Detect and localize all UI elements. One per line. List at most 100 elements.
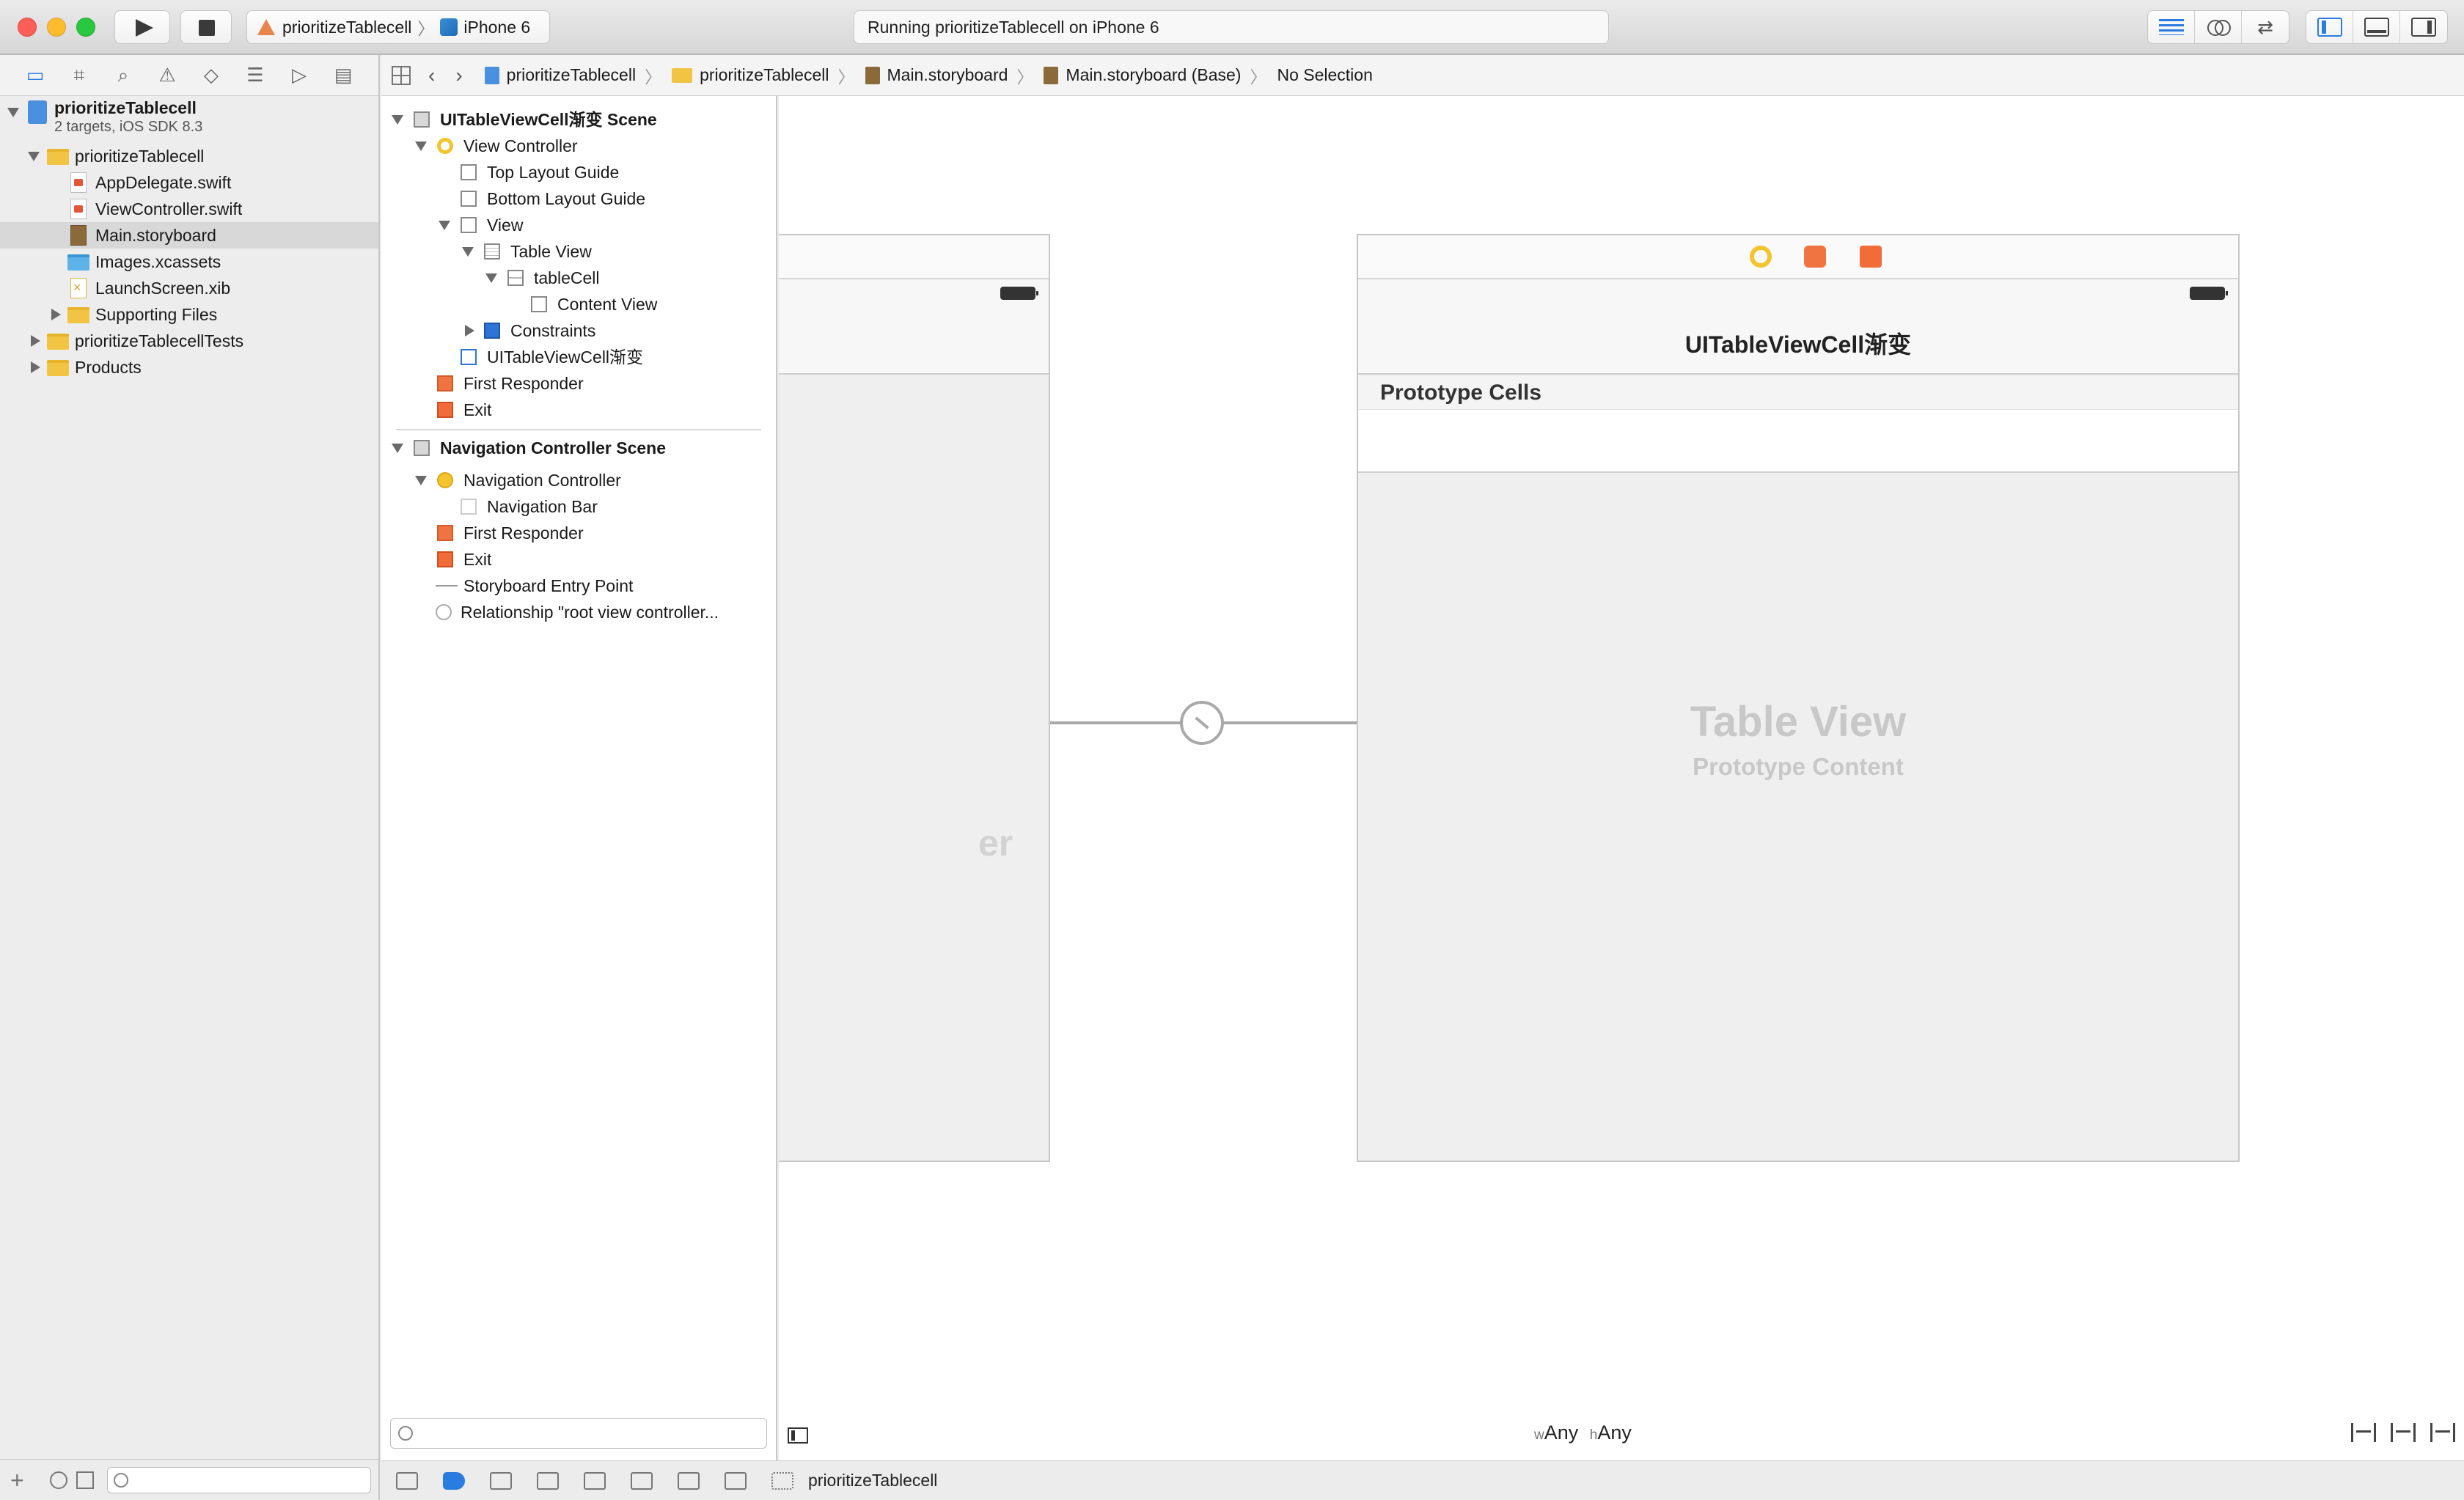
toggle-utilities-button[interactable] <box>2400 11 2447 43</box>
pause-icon[interactable] <box>490 1471 512 1490</box>
navigation-bar[interactable]: UITableViewCell渐变 <box>1358 279 2238 375</box>
size-class-control[interactable]: wAny hAny <box>1534 1422 1632 1444</box>
nav-item-launchscreen[interactable]: LaunchScreen.xib <box>0 274 378 301</box>
toggle-debug-area-button[interactable] <box>2353 11 2400 43</box>
forward-chevron-icon[interactable]: › <box>455 64 462 87</box>
relationship-segue-icon[interactable] <box>1180 701 1224 745</box>
outline-navigation-item[interactable]: UITableViewCell渐变 <box>381 344 776 370</box>
step-over-icon[interactable] <box>537 1471 559 1490</box>
outline-scene-tableviewcell[interactable]: UITableViewCell渐变 Scene <box>381 106 776 133</box>
navigator-filter-input[interactable] <box>107 1467 371 1493</box>
disclosure-open-icon[interactable] <box>28 152 40 161</box>
scheme-selector[interactable]: prioritizeTablecell 〉 iPhone 6 <box>246 10 550 44</box>
nav-item-appdelegate[interactable]: AppDelegate.swift <box>0 169 378 196</box>
view-controller-icon[interactable] <box>1750 246 1772 268</box>
outline-exit[interactable]: Exit <box>381 397 776 423</box>
exit-icon[interactable] <box>1860 246 1882 268</box>
tableviewcell-scene[interactable]: UITableViewCell渐变 Prototype Cells Table … <box>1357 234 2240 1162</box>
disclosure-open-icon[interactable] <box>439 221 450 230</box>
debug-navigator-tab-gauge-icon[interactable]: ☰ <box>242 62 268 89</box>
disclosure-open-icon[interactable] <box>485 273 497 283</box>
project-navigator-tab-folder-icon[interactable]: ▭ <box>22 62 48 89</box>
symbol-navigator-tab-hierarchy-icon[interactable]: ⌗ <box>66 62 92 89</box>
storyboard-canvas[interactable]: er UITableViewCell渐变 Prototype Cells Tab… <box>779 96 2464 1460</box>
breadcrumb-selection[interactable]: No Selection <box>1277 65 1372 85</box>
outline-first-responder[interactable]: First Responder <box>381 370 776 397</box>
project-root-row[interactable]: prioritizeTablecell 2 targets, iOS SDK 8… <box>0 98 378 143</box>
outline-table-view[interactable]: Table View <box>381 238 776 265</box>
recent-files-clock-icon[interactable] <box>50 1471 67 1489</box>
nav-item-main-storyboard[interactable]: Main.storyboard <box>0 222 378 249</box>
zoom-window-button[interactable] <box>76 18 95 37</box>
relationship-segue-line[interactable] <box>1050 721 1401 724</box>
nav-item-viewcontroller[interactable]: ViewController.swift <box>0 196 378 222</box>
disclosure-closed-icon[interactable] <box>51 309 61 320</box>
prototype-table-cell[interactable] <box>1358 410 2238 473</box>
outline-table-cell[interactable]: tableCell <box>381 265 776 291</box>
resolve-issues-icon[interactable] <box>2430 1423 2455 1442</box>
outline-relationship[interactable]: Relationship "root view controller... <box>381 599 776 625</box>
breadcrumb-storyboard-base[interactable]: Main.storyboard (Base) <box>1044 65 1241 85</box>
stop-button[interactable] <box>180 10 232 44</box>
nav-item-tests-group[interactable]: prioritizeTablecellTests <box>0 328 378 354</box>
toggle-navigator-button[interactable] <box>2306 11 2353 43</box>
version-editor-button[interactable]: ⇄ <box>2242 11 2289 43</box>
simulate-location-icon[interactable] <box>725 1471 747 1490</box>
run-button[interactable] <box>114 10 170 44</box>
minimize-window-button[interactable] <box>47 18 66 37</box>
add-file-icon[interactable]: + <box>10 1467 24 1494</box>
outline-navigation-controller[interactable]: Navigation Controller <box>381 467 776 493</box>
outline-top-layout-guide[interactable]: Top Layout Guide <box>381 159 776 185</box>
outline-filter-input[interactable] <box>390 1418 767 1449</box>
breakpoint-navigator-tab-breakpoint-icon[interactable]: ▷ <box>286 62 312 89</box>
disclosure-closed-icon[interactable] <box>31 361 40 373</box>
outline-bottom-layout-guide[interactable]: Bottom Layout Guide <box>381 185 776 212</box>
report-navigator-tab-bubble-icon[interactable]: ▤ <box>330 62 356 89</box>
breadcrumb-storyboard[interactable]: Main.storyboard <box>865 65 1008 85</box>
nav-item-group-prioritizetablecell[interactable]: prioritizeTablecell <box>0 143 378 169</box>
nav-item-images-xcassets[interactable]: Images.xcassets <box>0 249 378 275</box>
outline-storyboard-entry-point[interactable]: Storyboard Entry Point <box>381 573 776 599</box>
first-responder-icon[interactable] <box>1804 246 1826 268</box>
assistant-editor-button[interactable] <box>2195 11 2242 43</box>
back-chevron-icon[interactable]: ‹ <box>428 64 435 87</box>
related-items-grid-icon[interactable] <box>392 65 411 85</box>
process-grid-icon[interactable] <box>771 1471 793 1490</box>
show-outline-toggle-icon[interactable] <box>788 1427 808 1444</box>
outline-content-view[interactable]: Content View <box>381 291 776 317</box>
test-navigator-tab-diamond-icon[interactable]: ◇ <box>198 62 224 89</box>
issue-navigator-tab-warning-icon[interactable]: ⚠ <box>154 62 180 89</box>
outline-view[interactable]: View <box>381 212 776 238</box>
disclosure-open-icon[interactable] <box>462 247 474 257</box>
nav-item-products-group[interactable]: Products <box>0 354 378 380</box>
disclosure-closed-icon[interactable] <box>31 335 40 347</box>
breadcrumb-project[interactable]: prioritizeTablecell <box>484 65 636 85</box>
outline-navigation-bar[interactable]: Navigation Bar <box>381 493 776 520</box>
disclosure-open-icon[interactable] <box>392 115 403 125</box>
hide-debug-area-icon[interactable] <box>396 1471 418 1490</box>
nav-item-supporting-files[interactable]: Supporting Files <box>0 301 378 328</box>
step-out-icon[interactable] <box>631 1471 653 1490</box>
close-window-button[interactable] <box>18 18 37 37</box>
view-debugger-icon[interactable] <box>678 1471 700 1490</box>
source-control-filter-icon[interactable] <box>76 1471 94 1489</box>
disclosure-open-icon[interactable] <box>415 476 427 485</box>
outline-constraints[interactable]: Constraints <box>381 317 776 344</box>
find-navigator-tab-search-icon[interactable]: ⌕ <box>110 62 136 89</box>
outline-view-controller[interactable]: View Controller <box>381 133 776 159</box>
navigation-controller-scene[interactable]: er <box>779 234 1050 1162</box>
breakpoints-toggle-icon[interactable] <box>443 1471 465 1490</box>
pin-icon[interactable] <box>2391 1423 2416 1442</box>
standard-editor-button[interactable] <box>2148 11 2195 43</box>
step-into-icon[interactable] <box>584 1471 606 1490</box>
outline-exit-2[interactable]: Exit <box>381 546 776 573</box>
outline-scene-navigation-controller[interactable]: Navigation Controller Scene <box>381 435 776 461</box>
disclosure-closed-icon[interactable] <box>465 325 474 337</box>
align-icon[interactable] <box>2351 1423 2376 1442</box>
outline-first-responder-2[interactable]: First Responder <box>381 520 776 546</box>
breadcrumb-group[interactable]: prioritizeTablecell <box>672 65 829 85</box>
disclosure-open-icon[interactable] <box>415 141 427 151</box>
disclosure-open-icon[interactable] <box>7 108 19 117</box>
disclosure-open-icon[interactable] <box>392 444 403 453</box>
navigation-bar[interactable] <box>779 279 1049 375</box>
